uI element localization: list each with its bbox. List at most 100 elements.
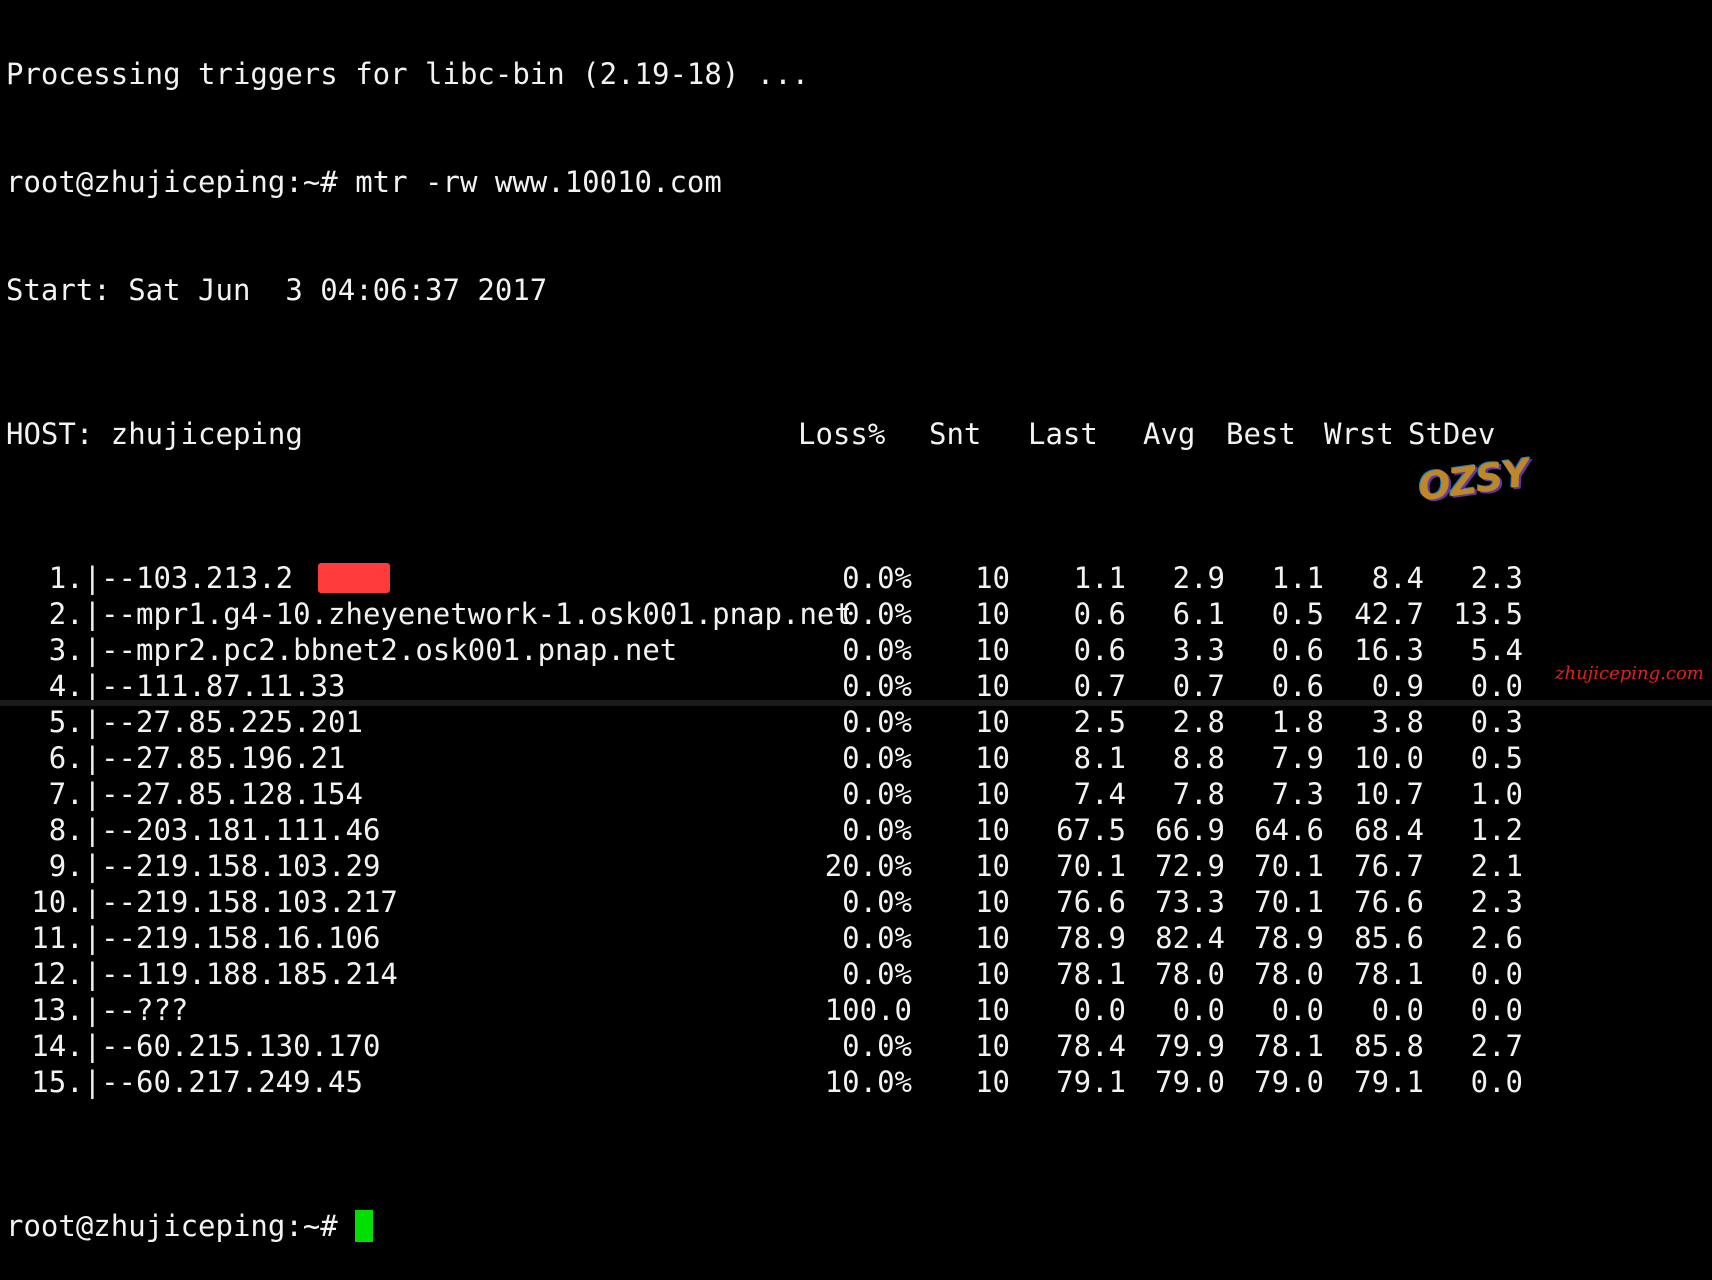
- hop-number: 3.|--: [48, 633, 136, 667]
- hop-avg: 0.0: [1172, 993, 1225, 1027]
- hop-avg: 79.9: [1155, 1029, 1225, 1063]
- redaction-mark: [318, 563, 390, 593]
- hop-snt: 10: [975, 921, 1010, 955]
- hop-snt: 10: [975, 741, 1010, 775]
- hop-last: 78.1: [1056, 957, 1126, 991]
- hop-host: 219.158.16.106: [136, 921, 381, 955]
- hop-loss: 0.0%: [842, 813, 912, 847]
- hop-host: 219.158.103.29: [136, 849, 381, 883]
- hop-loss: 0.0%: [842, 1029, 912, 1063]
- hop-stdev: 1.2: [1470, 813, 1523, 847]
- hop-last: 78.9: [1056, 921, 1126, 955]
- hop-wrst: 0.9: [1371, 669, 1424, 703]
- hop-avg: 72.9: [1155, 849, 1225, 883]
- hop-stdev: 0.5: [1470, 741, 1523, 775]
- hop-avg: 2.8: [1172, 705, 1225, 739]
- hop-snt: 10: [975, 885, 1010, 919]
- terminal-line-command: root@zhujiceping:~# mtr -rw www.10010.co…: [6, 165, 722, 199]
- hop-loss: 10.0%: [824, 1065, 912, 1099]
- hop-number: 13.|--: [31, 993, 136, 1027]
- hop-best: 70.1: [1254, 849, 1324, 883]
- hop-row: 4.|-- 111.87.11.33 0.0% 10 0.7 0.7 0.6 0.9 0.0: [6, 668, 1712, 704]
- hop-stdev: 0.0: [1470, 957, 1523, 991]
- hop-avg: 8.8: [1172, 741, 1225, 775]
- hop-number: 15.|--: [31, 1065, 136, 1099]
- hop-host: 203.181.111.46: [136, 813, 381, 847]
- hop-loss: 0.0%: [842, 885, 912, 919]
- hop-wrst: 10.0: [1354, 741, 1424, 775]
- mtr-hop-list: 1.|-- 103.213.2 0.0% 10 1.1 2.9 1.1 8.4 2.3 2.|--…: [6, 560, 1712, 1100]
- hop-row: 5.|-- 27.85.225.201 0.0% 10 2.5 2.8 1.8 3.8 0.3: [6, 704, 1712, 740]
- hop-row: 13.|--??? 100.0 10 0.0 0.0 0.0 0.0 0.0: [6, 992, 1712, 1028]
- hop-number: 7.|--: [48, 777, 136, 811]
- hop-stdev: 13.5: [1453, 597, 1523, 631]
- hop-number: 8.|--: [48, 813, 136, 847]
- hop-host: 111.87.11.33: [136, 669, 346, 703]
- hop-row: 6.|-- 27.85.196.21 0.0% 10 8.1 8.8 7.9 10.0 0.5: [6, 740, 1712, 776]
- hop-number: 2.|--: [48, 597, 136, 631]
- hop-stdev: 0.0: [1470, 993, 1523, 1027]
- hop-snt: 10: [975, 1029, 1010, 1063]
- hop-stdev: 2.3: [1470, 885, 1523, 919]
- hop-snt: 10: [975, 669, 1010, 703]
- hop-last: 67.5: [1056, 813, 1126, 847]
- hop-best: 78.1: [1254, 1029, 1324, 1063]
- hop-wrst: 68.4: [1354, 813, 1424, 847]
- hop-host: 103.213.2: [136, 561, 294, 595]
- bottom-border: [0, 700, 1712, 706]
- hop-host: 219.158.103.217: [136, 885, 398, 919]
- hop-loss: 0.0%: [842, 705, 912, 739]
- hop-number: 12.|--: [31, 957, 136, 991]
- hop-wrst: 85.6: [1354, 921, 1424, 955]
- hop-avg: 2.9: [1172, 561, 1225, 595]
- hop-host: mpr2.pc2.bbnet2.osk001.pnap.net: [136, 633, 678, 667]
- hop-wrst: 10.7: [1354, 777, 1424, 811]
- terminal-line-prompt[interactable]: root@zhujiceping:~#: [6, 1208, 1712, 1244]
- hop-host: mpr1.g4-10.zheyenetwork-1.osk001.pnap.ne…: [136, 597, 852, 631]
- hop-avg: 82.4: [1155, 921, 1225, 955]
- hop-best: 7.3: [1271, 777, 1324, 811]
- hop-best: 0.0: [1271, 993, 1324, 1027]
- hop-best: 78.0: [1254, 957, 1324, 991]
- hop-number: 10.|--: [31, 885, 136, 919]
- hop-row: 12.|-- 119.188.185.214 0.0% 10 78.1 78.0 78.0 7…: [6, 956, 1712, 992]
- hop-loss: 0.0%: [842, 633, 912, 667]
- hop-stdev: 2.1: [1470, 849, 1523, 883]
- header-last: Last: [1028, 417, 1098, 451]
- hop-best: 0.6: [1271, 669, 1324, 703]
- mtr-header-row: HOST: zhujiceping Loss% Snt Last Avg Bes…: [6, 416, 1712, 452]
- terminal-line-start: Start: Sat Jun 3 04:06:37 2017: [6, 273, 548, 307]
- hop-snt: 10: [975, 561, 1010, 595]
- hop-row: 11.|-- 219.158.16.106 0.0% 10 78.9 82.4 78.9 85…: [6, 920, 1712, 956]
- hop-stdev: 0.0: [1470, 1065, 1523, 1099]
- hop-number: 4.|--: [48, 669, 136, 703]
- site-watermark: zhujiceping.com: [1555, 663, 1704, 684]
- hop-loss: 0.0%: [842, 921, 912, 955]
- hop-best: 0.6: [1271, 633, 1324, 667]
- hop-best: 1.8: [1271, 705, 1324, 739]
- hop-wrst: 8.4: [1371, 561, 1424, 595]
- hop-snt: 10: [975, 633, 1010, 667]
- hop-avg: 78.0: [1155, 957, 1225, 991]
- hop-stdev: 5.4: [1470, 633, 1523, 667]
- hop-stdev: 1.0: [1470, 777, 1523, 811]
- header-loss: Loss%: [798, 417, 886, 451]
- terminal-window[interactable]: Processing triggers for libc-bin (2.19-1…: [0, 0, 1712, 1243]
- hop-last: 8.1: [1073, 741, 1126, 775]
- hop-row: 1.|-- 103.213.2 0.0% 10 1.1 2.9 1.1 8.4 2.3: [6, 560, 1712, 596]
- hop-wrst: 76.7: [1354, 849, 1424, 883]
- hop-best: 64.6: [1254, 813, 1324, 847]
- hop-row: 9.|-- 219.158.103.29 20.0% 10 70.1 72.9 70.1 76…: [6, 848, 1712, 884]
- hop-host: 27.85.128.154: [136, 777, 363, 811]
- hop-last: 70.1: [1056, 849, 1126, 883]
- hop-last: 0.6: [1073, 597, 1126, 631]
- hop-loss: 0.0%: [842, 777, 912, 811]
- hop-avg: 0.7: [1172, 669, 1225, 703]
- hop-wrst: 76.6: [1354, 885, 1424, 919]
- header-avg: Avg: [1143, 417, 1196, 451]
- hop-last: 0.6: [1073, 633, 1126, 667]
- header-stdev: StDev: [1408, 417, 1496, 451]
- hop-avg: 3.3: [1172, 633, 1225, 667]
- hop-snt: 10: [975, 993, 1010, 1027]
- hop-loss: 20.0%: [824, 849, 912, 883]
